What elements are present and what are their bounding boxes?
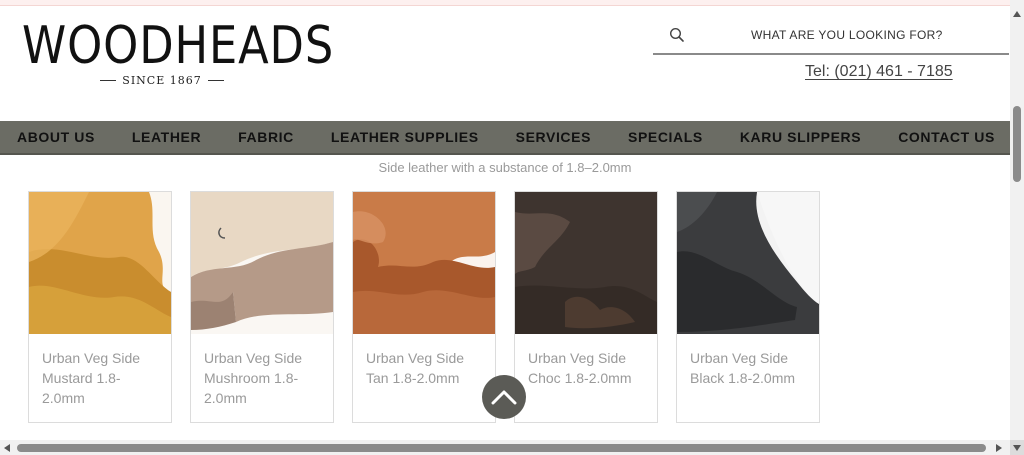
search-icon[interactable] [669, 27, 685, 43]
product-title: Urban Veg Side Choc 1.8-2.0mm [528, 350, 632, 386]
logo-wordmark: WOODHEADS [22, 16, 335, 76]
scroll-down-icon[interactable] [1013, 445, 1021, 451]
product-image-black [677, 192, 819, 334]
logo-since: SINCE 1867 [100, 73, 225, 87]
vertical-scroll-thumb[interactable] [1013, 106, 1021, 182]
nav-item-services[interactable]: SERVICES [516, 129, 591, 145]
logo-rule-left [100, 79, 117, 81]
category-subtitle: Side leather with a substance of 1.8–2.0… [378, 160, 632, 175]
product-card-mushroom[interactable]: Urban Veg Side Mushroom 1.8-2.0mm [190, 191, 334, 423]
logo-since-text: SINCE 1867 [122, 73, 202, 87]
main-nav: ABOUT US LEATHER FABRIC LEATHER SUPPLIES… [0, 121, 1010, 155]
top-strip [0, 0, 1010, 6]
scroll-up-icon[interactable] [1013, 11, 1021, 17]
product-card-choc[interactable]: Urban Veg Side Choc 1.8-2.0mm [514, 191, 658, 423]
nav-item-leather-supplies[interactable]: LEATHER SUPPLIES [331, 129, 479, 145]
chevron-up-icon [491, 390, 517, 405]
page: WOODHEADS SINCE 1867 Tel: (021) 461 - 71… [0, 0, 1024, 455]
scroll-left-icon[interactable] [4, 444, 10, 452]
vertical-scrollbar[interactable] [1010, 0, 1024, 440]
product-card-black[interactable]: Urban Veg Side Black 1.8-2.0mm [676, 191, 820, 423]
back-to-top-button[interactable] [482, 375, 526, 419]
horizontal-scroll-thumb[interactable] [17, 444, 986, 452]
product-card-tan[interactable]: Urban Veg Side Tan 1.8-2.0mm [352, 191, 496, 423]
product-image-mustard [29, 192, 171, 334]
scrollbar-corner [1010, 440, 1024, 455]
scroll-right-icon[interactable] [996, 444, 1002, 452]
product-title: Urban Veg Side Mushroom 1.8-2.0mm [204, 350, 303, 406]
nav-item-about-us[interactable]: ABOUT US [17, 129, 95, 145]
search-bar [653, 17, 1009, 55]
nav-item-leather[interactable]: LEATHER [132, 129, 201, 145]
product-image-choc [515, 192, 657, 334]
nav-item-specials[interactable]: SPECIALS [628, 129, 703, 145]
nav-item-contact-us[interactable]: CONTACT US [898, 129, 995, 145]
product-image-mushroom [191, 192, 333, 334]
product-title: Urban Veg Side Black 1.8-2.0mm [690, 350, 796, 386]
site-logo[interactable]: WOODHEADS SINCE 1867 [22, 14, 333, 94]
product-title: Urban Veg Side Tan 1.8-2.0mm [366, 350, 465, 386]
product-image-tan [353, 192, 495, 334]
logo-rule-right [207, 79, 225, 81]
product-card-mustard[interactable]: Urban Veg Side Mustard 1.8-2.0mm [28, 191, 172, 423]
product-title: Urban Veg Side Mustard 1.8-2.0mm [42, 350, 141, 406]
nav-item-karu-slippers[interactable]: KARU SLIPPERS [740, 129, 861, 145]
phone-link[interactable]: Tel: (021) 461 - 7185 [805, 63, 953, 81]
nav-item-fabric[interactable]: FABRIC [238, 129, 294, 145]
search-input[interactable] [751, 28, 991, 42]
horizontal-scrollbar[interactable] [0, 440, 1010, 455]
